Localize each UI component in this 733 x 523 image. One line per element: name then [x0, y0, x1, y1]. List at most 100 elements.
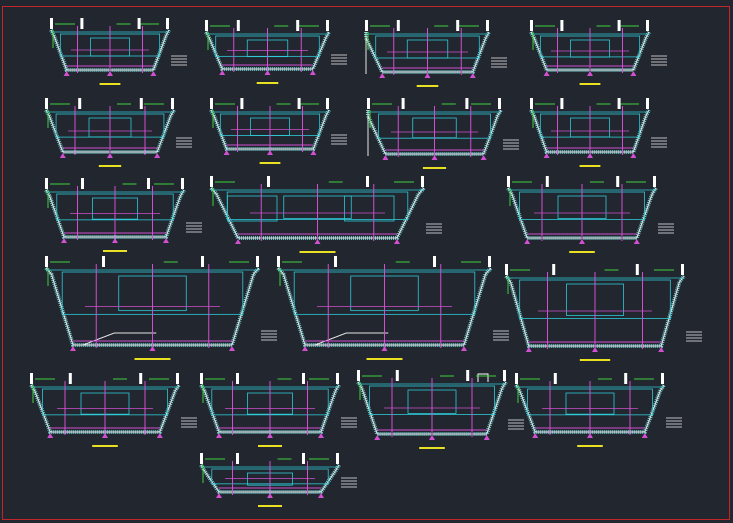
post-marker	[661, 373, 664, 384]
post-marker	[166, 18, 169, 29]
post-marker	[357, 370, 360, 381]
axis-marker	[267, 493, 273, 498]
post-marker	[137, 18, 141, 29]
channel-section-s07	[366, 98, 519, 169]
post-marker	[240, 98, 244, 109]
post-marker	[297, 98, 301, 109]
axis-marker	[587, 433, 593, 438]
post-marker	[653, 176, 656, 187]
post-marker	[296, 20, 300, 31]
post-marker	[181, 178, 184, 189]
channel-section-s15	[29, 373, 197, 447]
inner-frame-3	[344, 195, 395, 222]
channel-section-s06	[209, 98, 347, 164]
channel-section-s19	[199, 453, 357, 507]
axis-marker	[394, 239, 400, 244]
channel-section-s09	[44, 178, 202, 252]
post-marker	[617, 20, 621, 31]
post-marker	[326, 20, 329, 31]
post-marker	[205, 20, 208, 31]
channel-section-s11	[506, 176, 674, 253]
axis-marker	[524, 239, 531, 244]
axis-marker	[149, 346, 156, 351]
axis-marker	[235, 239, 241, 244]
post-marker	[560, 20, 564, 31]
post-marker	[530, 98, 533, 109]
post-marker	[624, 373, 628, 384]
post-marker	[365, 20, 368, 31]
post-marker	[456, 20, 460, 31]
axis-marker	[483, 435, 490, 440]
post-marker	[81, 178, 84, 189]
post-marker	[45, 256, 48, 267]
channel-section-s01	[49, 18, 187, 85]
axis-marker	[630, 71, 637, 76]
post-marker	[503, 370, 506, 381]
post-marker	[200, 373, 203, 384]
post-marker	[326, 98, 329, 109]
post-marker	[560, 98, 564, 109]
post-marker	[396, 20, 400, 31]
post-marker	[267, 176, 270, 187]
post-marker	[334, 256, 337, 267]
post-marker	[553, 373, 557, 384]
axis-marker	[154, 153, 161, 158]
post-marker	[433, 256, 436, 267]
post-marker	[80, 18, 84, 29]
post-marker	[635, 264, 639, 275]
axis-marker	[379, 73, 386, 78]
axis-marker	[382, 155, 389, 160]
post-marker	[545, 176, 549, 187]
post-marker	[646, 98, 649, 109]
post-marker	[176, 373, 179, 384]
post-marker	[30, 373, 33, 384]
post-marker	[498, 98, 501, 109]
post-marker	[505, 264, 508, 275]
post-marker	[401, 98, 405, 109]
channel-section-s04	[529, 20, 667, 85]
axis-marker	[381, 346, 388, 351]
post-marker	[336, 453, 339, 464]
channel-section-s18	[514, 373, 682, 447]
channel-section-s10	[209, 176, 442, 253]
post-marker	[488, 256, 491, 267]
channel-section-s12	[44, 256, 277, 360]
channel-sections-drawing	[29, 18, 702, 507]
post-marker	[50, 18, 53, 29]
post-marker	[171, 98, 174, 109]
axis-marker	[102, 433, 108, 438]
axis-marker	[532, 433, 539, 438]
post-marker	[681, 264, 684, 275]
post-marker	[236, 373, 239, 384]
axis-marker	[633, 239, 640, 244]
channel-section-s08	[529, 98, 667, 167]
post-marker	[236, 20, 240, 31]
post-marker	[367, 98, 370, 109]
axis-marker	[630, 153, 637, 158]
post-marker	[277, 256, 280, 267]
post-marker	[507, 176, 510, 187]
post-marker	[616, 176, 620, 187]
post-marker	[256, 256, 259, 267]
post-marker	[465, 98, 469, 109]
axis-marker	[374, 435, 381, 440]
axis-marker	[59, 153, 66, 158]
channel-section-s14	[504, 264, 702, 361]
post-marker	[302, 453, 305, 464]
cad-model-space[interactable]	[0, 0, 733, 523]
post-marker	[210, 98, 213, 109]
axis-marker	[543, 71, 550, 76]
post-marker	[139, 373, 143, 384]
channel-section-s17	[356, 370, 524, 449]
post-marker	[646, 20, 649, 31]
axis-marker	[264, 70, 271, 75]
post-marker	[147, 178, 150, 189]
post-marker	[139, 98, 143, 109]
post-marker	[210, 176, 213, 187]
inner-frame-2	[227, 195, 278, 222]
axis-marker	[229, 346, 235, 351]
channel-section-s13	[276, 256, 509, 360]
post-marker	[68, 373, 72, 384]
post-marker	[515, 373, 518, 384]
axis-marker	[63, 71, 70, 76]
